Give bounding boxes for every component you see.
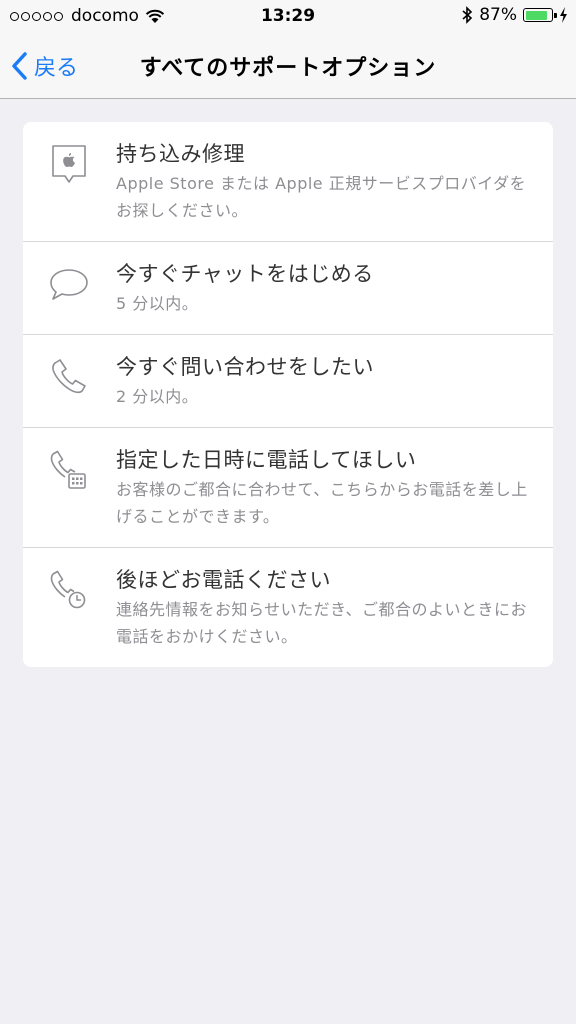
phone-icon: [52, 359, 86, 394]
option-call-me-later[interactable]: 後ほどお電話ください 連絡先情報をお知らせいただき、ご都合のよいときにお電話をお…: [23, 548, 553, 667]
option-carry-in-repair[interactable]: 持ち込み修理 Apple Store または Apple 正規サービスプロバイダ…: [23, 122, 553, 242]
option-subtitle: 5 分以内。: [116, 294, 199, 313]
chat-bubble-icon: [50, 269, 88, 300]
option-subtitle: Apple Store または Apple 正規サービスプロバイダをお探しくださ…: [116, 174, 527, 220]
option-subtitle: 連絡先情報をお知らせいただき、ご都合のよいときにお電話をおかけください。: [116, 600, 528, 646]
option-call-now[interactable]: 今すぐ問い合わせをしたい 2 分以内。: [23, 335, 553, 428]
bluetooth-icon: [462, 6, 473, 24]
option-title: 持ち込み修理: [116, 142, 245, 166]
option-schedule-call[interactable]: 指定した日時に電話してほしい お客様のご都合に合わせて、こちらからお電話を差し上…: [23, 428, 553, 548]
battery-percent: 87%: [479, 5, 517, 25]
phone-calendar-icon: [50, 450, 86, 489]
page-title: すべてのサポートオプション: [139, 56, 437, 81]
battery-icon: [523, 8, 557, 22]
option-title: 指定した日時に電話してほしい: [116, 448, 417, 472]
option-subtitle: お客様のご都合に合わせて、こちらからお電話を差し上げることができます。: [116, 480, 528, 526]
support-options-list: 持ち込み修理 Apple Store または Apple 正規サービスプロバイダ…: [23, 122, 553, 667]
status-right: 87%: [462, 5, 568, 25]
charging-bolt-icon: [560, 7, 567, 23]
option-title: 今すぐ問い合わせをしたい: [116, 355, 374, 379]
option-title: 後ほどお電話ください: [116, 568, 331, 592]
navigation-bar: 戻る すべてのサポートオプション: [0, 34, 576, 99]
apple-store-pin-icon: [52, 145, 86, 183]
status-bar: docomo 13:29 87%: [0, 0, 576, 34]
option-start-chat[interactable]: 今すぐチャットをはじめる 5 分以内。: [23, 242, 553, 335]
battery-level: [525, 10, 548, 20]
option-subtitle: 2 分以内。: [116, 387, 199, 406]
option-title: 今すぐチャットをはじめる: [116, 262, 374, 286]
phone-clock-icon: [50, 570, 86, 609]
